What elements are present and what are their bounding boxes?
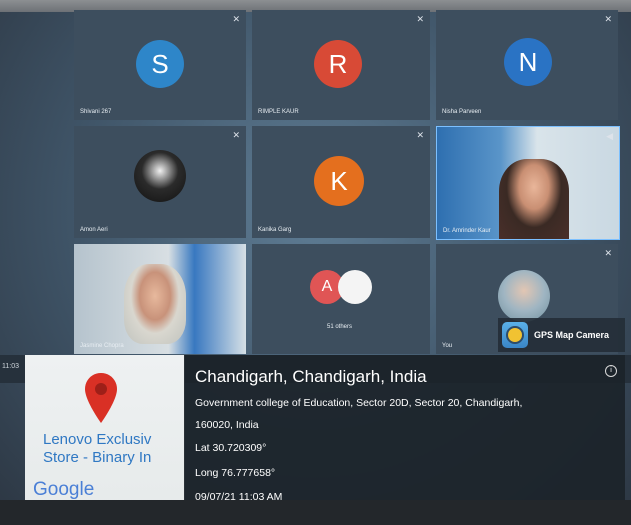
participant-tile[interactable]: ✕ R RIMPLE KAUR bbox=[252, 10, 430, 120]
map-thumbnail: Lenovo Exclusiv Store - Binary In Google bbox=[25, 355, 185, 515]
mic-off-icon: ✕ bbox=[232, 14, 240, 24]
place-line1: Lenovo Exclusiv bbox=[43, 431, 152, 448]
participant-tile[interactable]: ✕ K Kanika Garg bbox=[252, 126, 430, 238]
participant-video bbox=[124, 264, 186, 344]
address-line1: Government college of Education, Sector … bbox=[195, 397, 523, 409]
place-line2: Store - Binary In bbox=[43, 449, 152, 466]
participant-name: Shivani 267 bbox=[80, 109, 112, 115]
participant-name: Dr. Amrinder Kaur bbox=[443, 228, 491, 234]
participant-name: Jasmine Chopra bbox=[80, 343, 124, 349]
participant-name: RIMPLE KAUR bbox=[258, 109, 299, 115]
participant-name: 51 others bbox=[327, 324, 353, 330]
app-name: GPS Map Camera bbox=[534, 330, 610, 340]
address-line2: 160020, India bbox=[195, 419, 259, 431]
city-title: Chandigarh, Chandigarh, India bbox=[195, 367, 427, 386]
mic-off-icon: ✕ bbox=[416, 130, 424, 140]
info-icon: i bbox=[605, 365, 617, 377]
taskbar-time: 11:03 bbox=[2, 363, 19, 370]
participant-tile[interactable]: ✕ N Nisha Parveen bbox=[436, 10, 618, 120]
participant-video-tile[interactable]: Jasmine Chopra bbox=[74, 244, 246, 354]
map-pin-icon bbox=[85, 373, 117, 423]
mic-off-icon: ✕ bbox=[604, 248, 612, 258]
participant-name: You bbox=[442, 343, 453, 349]
gps-app-badge: GPS Map Camera bbox=[498, 318, 625, 352]
place-name: Lenovo Exclusiv Store - Binary In bbox=[43, 431, 151, 467]
latitude: Lat 30.720309° bbox=[195, 442, 267, 454]
participant-name: Nisha Parveen bbox=[442, 109, 482, 115]
mic-off-icon: ✕ bbox=[232, 130, 240, 140]
participant-photo bbox=[134, 150, 186, 202]
participant-photo bbox=[498, 270, 550, 322]
google-logo: Google bbox=[33, 479, 95, 500]
longitude: Long 76.777658° bbox=[195, 467, 276, 479]
avatar: K bbox=[314, 156, 364, 206]
participant-video-tile[interactable]: ◀ Dr. Amrinder Kaur bbox=[436, 126, 620, 240]
camera-app-icon bbox=[502, 322, 528, 348]
participant-tile[interactable]: A 51 others bbox=[252, 244, 430, 354]
monitor-bottom-bezel bbox=[0, 500, 631, 525]
mic-off-icon: ✕ bbox=[604, 14, 612, 24]
avatar: S bbox=[136, 40, 184, 88]
participant-tile[interactable]: ✕ S Shivani 267 bbox=[74, 10, 246, 120]
participant-name: Amon Aeri bbox=[80, 227, 108, 233]
mic-off-icon: ✕ bbox=[416, 14, 424, 24]
participant-video bbox=[499, 159, 569, 239]
participant-photo bbox=[338, 270, 372, 304]
avatar: N bbox=[504, 38, 552, 86]
avatar: R bbox=[314, 40, 362, 88]
speaker-icon: ◀ bbox=[606, 131, 613, 141]
participant-name: Kanika Garg bbox=[258, 227, 292, 233]
gps-info-panel: i Chandigarh, Chandigarh, India Governme… bbox=[184, 355, 625, 515]
participant-tile[interactable]: ✕ Amon Aeri bbox=[74, 126, 246, 238]
